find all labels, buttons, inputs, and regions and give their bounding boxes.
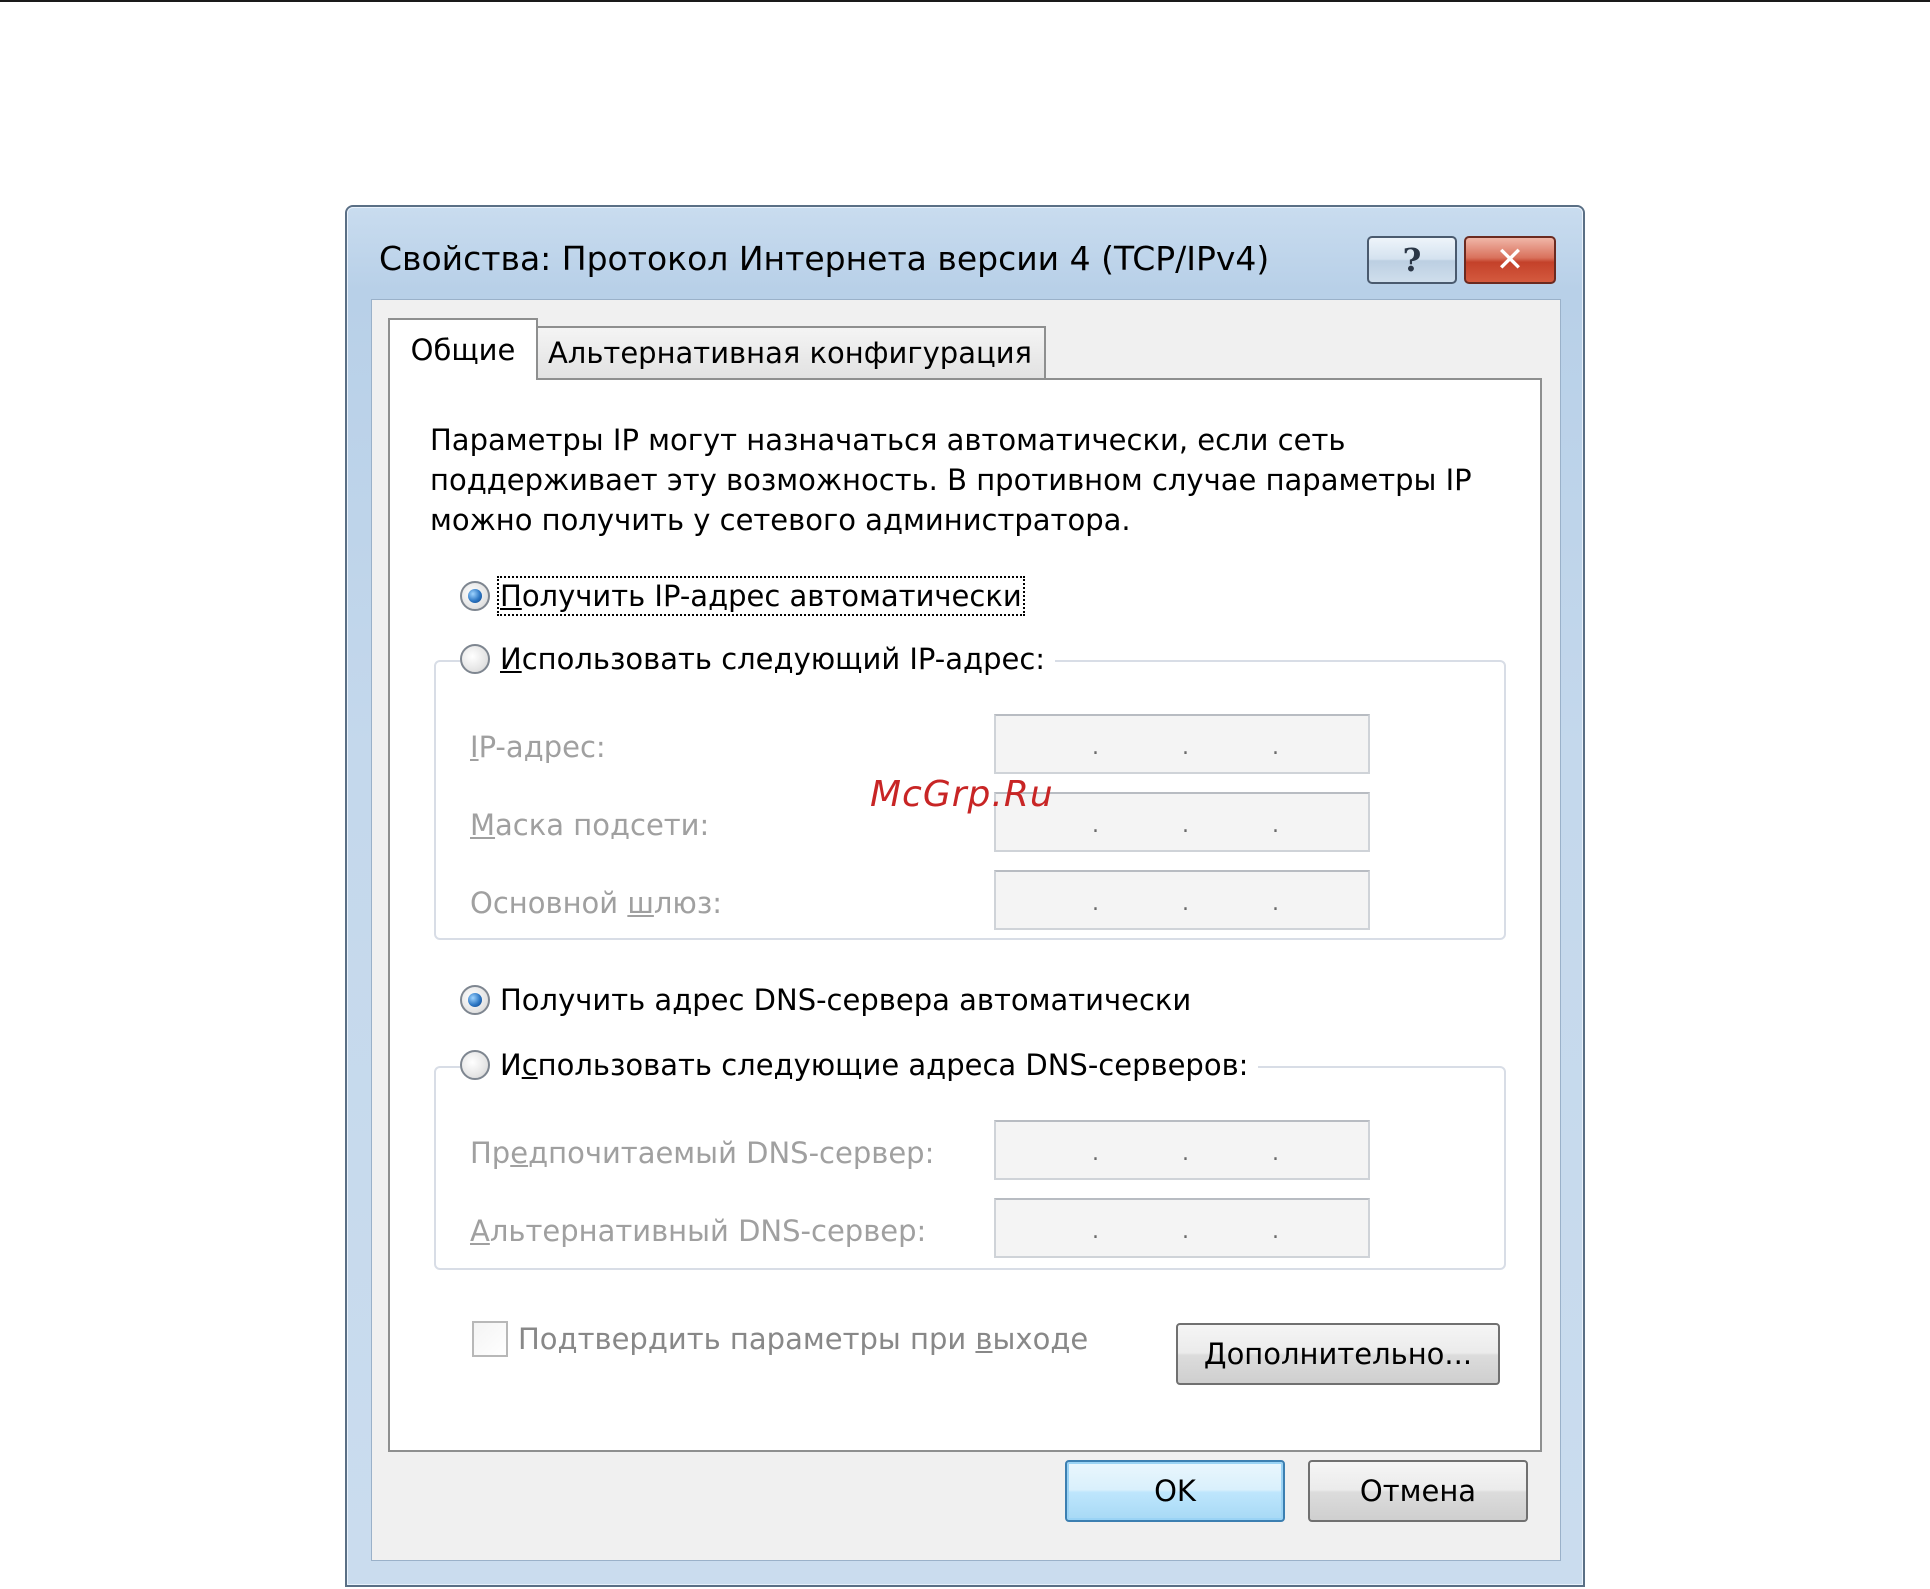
radio-obtain-ip-auto[interactable]: Получить IP-адрес автоматически — [460, 576, 1032, 616]
cancel-button[interactable]: Отмена — [1308, 1460, 1528, 1522]
radio-button-checked[interactable] — [460, 581, 490, 611]
tab-general[interactable]: Общие — [388, 318, 538, 380]
validate-on-exit-checkbox-row[interactable]: Подтвердить параметры при выходе — [472, 1321, 1088, 1357]
tab-alternate-configuration[interactable]: Альтернативная конфигурация — [534, 326, 1046, 378]
ok-button-label: OK — [1154, 1474, 1196, 1508]
radio-use-dns-label: Использовать следующие адреса DNS-сервер… — [500, 1048, 1249, 1082]
radio-obtain-dns-auto[interactable]: Получить адрес DNS-сервера автоматически — [460, 983, 1202, 1017]
dialog-client-area: Общие Альтернативная конфигурация Параме… — [371, 299, 1561, 1561]
radio-button-unchecked[interactable] — [460, 644, 490, 674]
radio-use-ip-label: Использовать следующий IP-адрес: — [500, 642, 1046, 676]
radio-button-checked[interactable] — [460, 985, 490, 1015]
dns-settings-group — [434, 1066, 1506, 1270]
validate-on-exit-checkbox[interactable] — [472, 1321, 508, 1357]
radio-button-unchecked[interactable] — [460, 1050, 490, 1080]
radio-use-dns[interactable]: Использовать следующие адреса DNS-сервер… — [460, 1048, 1259, 1082]
page-top-rule — [0, 0, 1930, 2]
validate-on-exit-label: Подтвердить параметры при выходе — [518, 1322, 1089, 1356]
tab-general-label: Общие — [410, 333, 516, 367]
advanced-button-label: Дополнительно... — [1203, 1337, 1473, 1371]
watermark-text: McGrp.Ru — [870, 774, 1054, 815]
advanced-button[interactable]: Дополнительно... — [1176, 1323, 1500, 1385]
dialog-title: Свойства: Протокол Интернета версии 4 (T… — [379, 239, 1270, 278]
description-text: Параметры IP могут назначаться автоматич… — [430, 423, 1472, 537]
help-button[interactable]: ? — [1367, 236, 1457, 284]
question-mark-icon: ? — [1402, 241, 1422, 279]
radio-use-ip[interactable]: Использовать следующий IP-адрес: — [460, 642, 1056, 676]
general-tab-panel: Параметры IP могут назначаться автоматич… — [388, 378, 1542, 1452]
ok-button[interactable]: OK — [1065, 1460, 1285, 1522]
properties-dialog: Свойства: Протокол Интернета версии 4 (T… — [345, 205, 1585, 1587]
cancel-button-label: Отмена — [1359, 1474, 1477, 1508]
tab-alternate-label: Альтернативная конфигурация — [547, 336, 1033, 370]
radio-obtain-dns-auto-label: Получить адрес DNS-сервера автоматически — [500, 983, 1192, 1017]
radio-obtain-ip-auto-label: Получить IP-адрес автоматически — [497, 576, 1025, 616]
close-icon: ✕ — [1495, 240, 1525, 280]
close-button[interactable]: ✕ — [1464, 236, 1556, 284]
